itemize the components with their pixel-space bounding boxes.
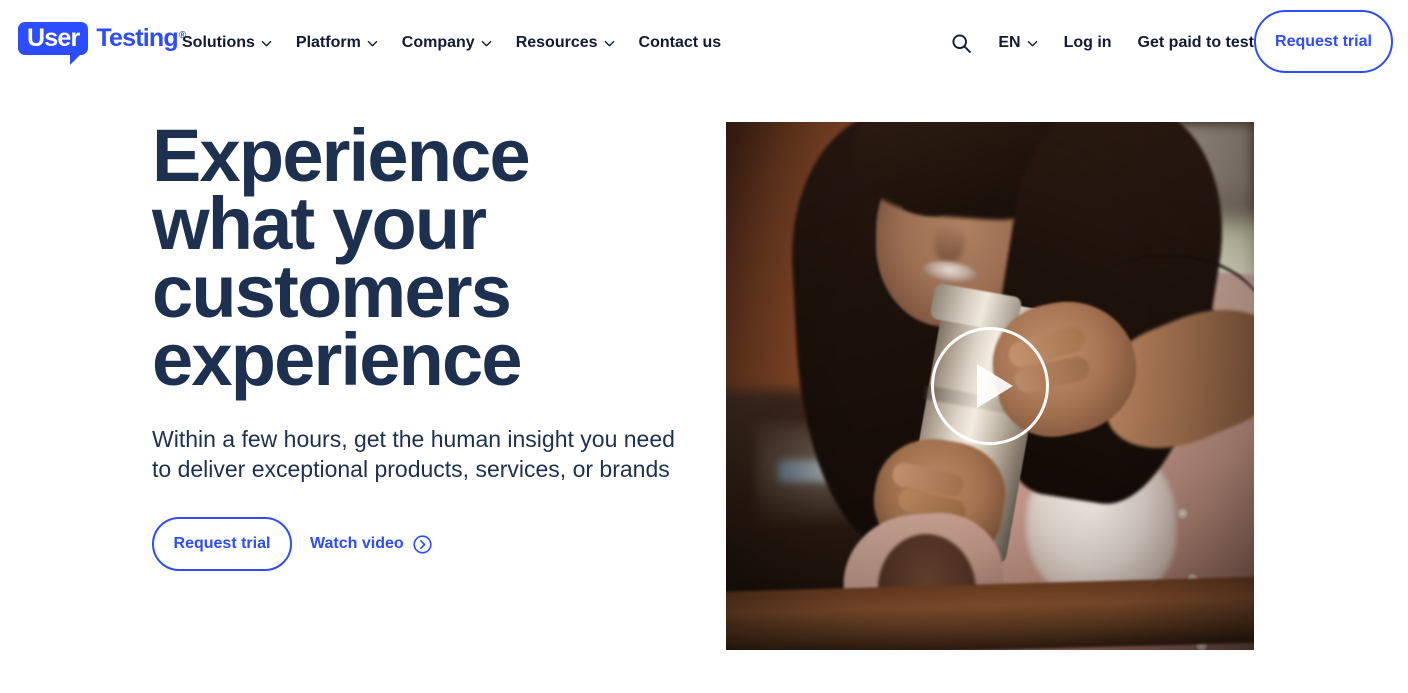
header-request-trial-button[interactable]: Request trial <box>1254 10 1393 73</box>
nav-item-company[interactable]: Company <box>402 30 492 56</box>
usertesting-logo[interactable]: User Testing ® <box>18 22 186 65</box>
nav-item-label: Resources <box>515 34 598 51</box>
nav-item-label: Contact us <box>638 34 722 51</box>
watch-video-link[interactable]: Watch video <box>310 534 432 554</box>
nav-item-label: Company <box>401 34 475 51</box>
hero-video-thumbnail[interactable] <box>726 122 1254 650</box>
page-title: Experience what your customers experienc… <box>152 114 531 401</box>
hero-request-trial-button[interactable]: Request trial <box>152 517 292 571</box>
play-triangle <box>977 364 1013 408</box>
logo-bubble-text: User <box>27 24 80 52</box>
chevron-down-icon <box>261 38 272 49</box>
language-selector[interactable]: EN <box>998 30 1037 56</box>
hero-section: Experience what your customers experienc… <box>0 88 1408 693</box>
logo-bubble-shape: User <box>18 22 89 65</box>
logo-bubble-tail-icon <box>70 53 83 65</box>
nav-item-platform[interactable]: Platform <box>296 30 378 56</box>
hero-actions: Request trial Watch video <box>152 517 697 571</box>
chevron-down-icon <box>1027 38 1038 49</box>
header-utilities: EN Log in Get paid to test <box>951 30 1254 56</box>
page-root: User Testing ® Solutions Platform Compan… <box>0 0 1408 693</box>
nav-item-resources[interactable]: Resources <box>516 30 615 56</box>
language-label: EN <box>998 34 1021 51</box>
hero-subtitle: Within a few hours, get the human insigh… <box>152 426 675 482</box>
nav-item-solutions[interactable]: Solutions <box>182 30 272 56</box>
play-icon[interactable] <box>931 327 1049 445</box>
search-icon[interactable] <box>951 33 972 54</box>
nav-item-label: Platform <box>295 34 361 51</box>
chevron-down-icon <box>604 38 615 49</box>
hero-copy: Experience what your customers experienc… <box>152 114 697 571</box>
nav-item-label: Solutions <box>182 34 255 51</box>
logo-wordmark: Testing <box>96 24 178 52</box>
watch-video-label: Watch video <box>310 535 404 552</box>
chevron-down-icon <box>367 38 378 49</box>
nav-item-contact-us[interactable]: Contact us <box>639 30 722 56</box>
chevron-down-icon <box>481 38 492 49</box>
get-paid-to-test-link[interactable]: Get paid to test <box>1138 30 1254 56</box>
circle-chevron-right-icon <box>413 534 432 554</box>
primary-nav: Solutions Platform Company Resources Con… <box>182 30 721 56</box>
site-header: User Testing ® Solutions Platform Compan… <box>0 0 1408 88</box>
login-link[interactable]: Log in <box>1064 30 1112 56</box>
